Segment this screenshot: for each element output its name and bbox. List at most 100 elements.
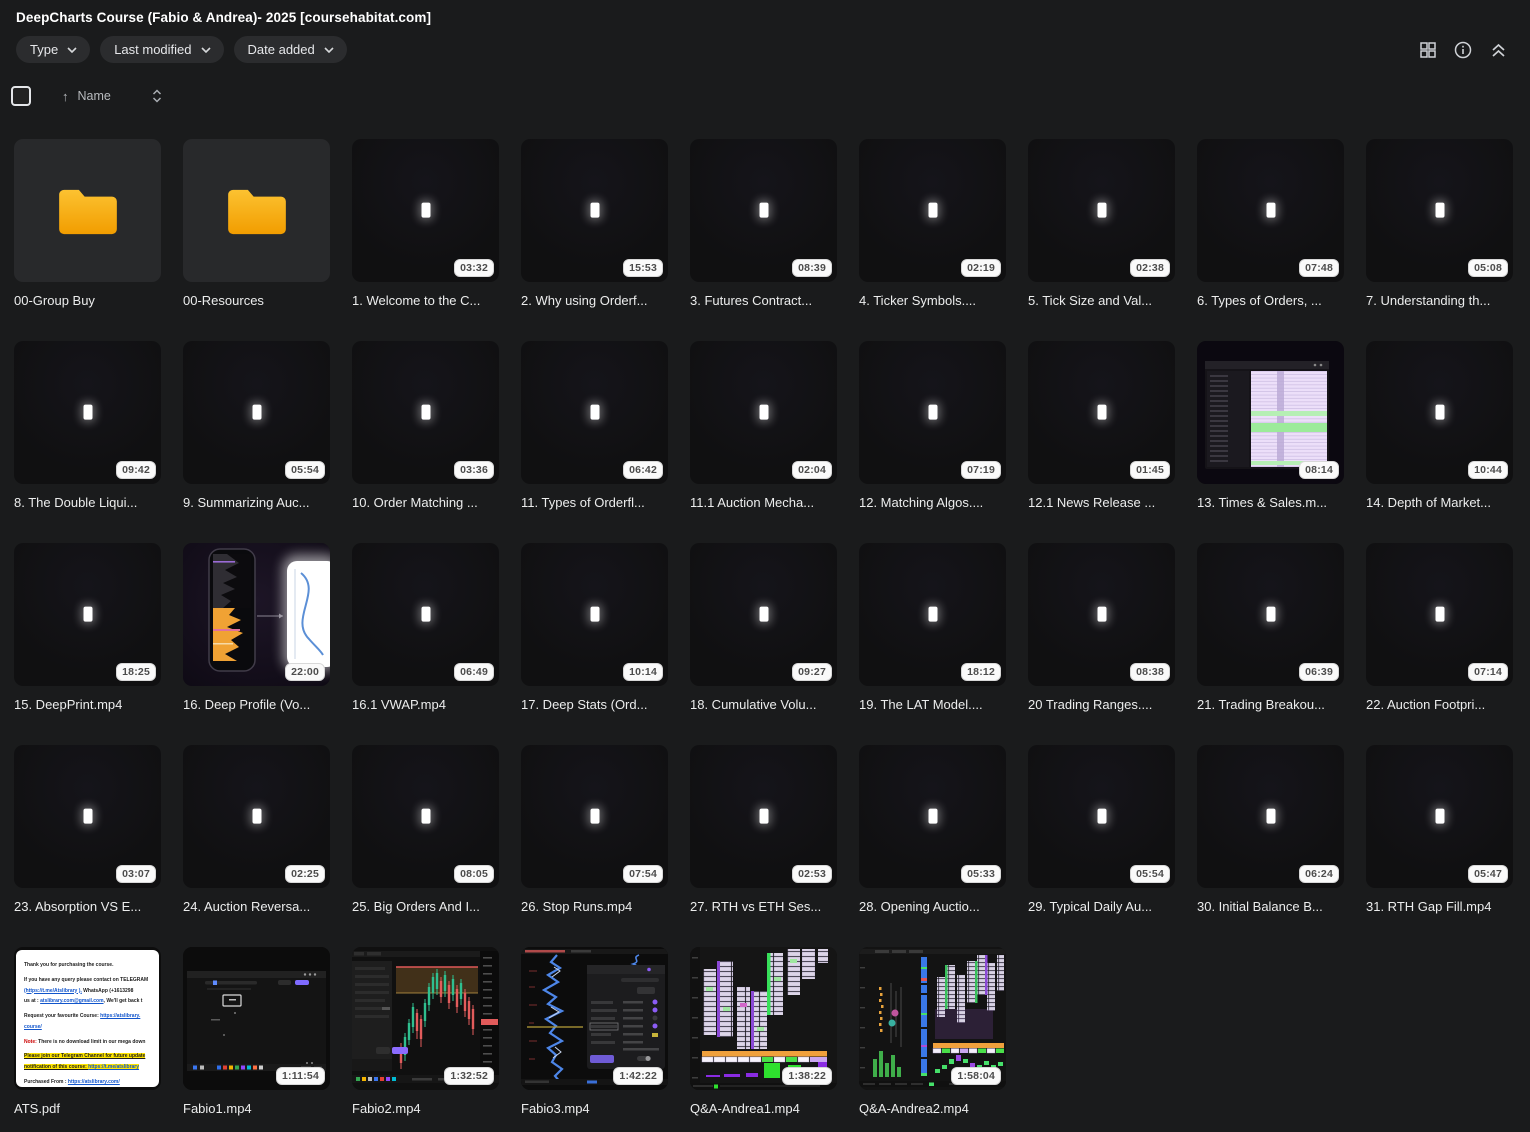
grid-item[interactable]: 18:25 15. DeepPrint.mp4 [14,543,161,712]
grid-item[interactable]: 03:07 23. Absorption VS E... [14,745,161,914]
grid-item[interactable]: 15:53 2. Why using Orderf... [521,139,668,308]
duration-badge: 18:25 [116,663,156,681]
thumbnail: 03:36 [352,341,499,484]
filter-chip-label: Type [30,42,59,57]
ats-pdf-page-thumbnail: Thank you for purchasing the course. If y… [16,950,159,1087]
duration-badge: 03:36 [454,461,494,479]
grid-item[interactable]: 05:33 28. Opening Auctio... [859,745,1006,914]
grid-item[interactable]: 02:25 24. Auction Reversa... [183,745,330,914]
grid-item[interactable]: Thank you for purchasing the course. If y… [14,947,161,1116]
grid-item[interactable]: 1:38:22 Q&A-Andrea1.mp4 [690,947,837,1116]
duration-badge: 05:47 [1468,865,1508,883]
thumbnail: 05:54 [1028,745,1175,888]
grid-item[interactable]: 07:14 22. Auction Footpri... [1366,543,1513,712]
thumbnail: 06:24 [1197,745,1344,888]
thumbnail: 02:04 [690,341,837,484]
duration-badge: 1:42:22 [613,1067,663,1085]
grid-item[interactable]: 02:04 11.1 Auction Mecha... [690,341,837,510]
grid-item[interactable]: 1:58:04 Q&A-Andrea2.mp4 [859,947,1006,1116]
grid-item[interactable]: 00-Resources [183,139,330,308]
duration-badge: 02:53 [792,865,832,883]
grid-item[interactable]: 05:54 9. Summarizing Auc... [183,341,330,510]
grid-item[interactable]: 03:32 1. Welcome to the C... [352,139,499,308]
thumbnail [183,139,330,282]
grid-item[interactable]: 10:44 14. Depth of Market... [1366,341,1513,510]
duration-badge: 02:25 [285,865,325,883]
filter-chip-date-added[interactable]: Date added [233,36,347,63]
grid-item[interactable]: 18:12 19. The LAT Model.... [859,543,1006,712]
grid-item[interactable]: 1:11:54 Fabio1.mp4 [183,947,330,1116]
grid-item[interactable]: 09:42 8. The Double Liqui... [14,341,161,510]
thumbnail: 08:39 [690,139,837,282]
grid-item[interactable]: 08:14 13. Times & Sales.m... [1197,341,1344,510]
thumbnail: 15:53 [521,139,668,282]
filter-chip-type[interactable]: Type [16,36,91,63]
duration-badge: 1:38:22 [782,1067,832,1085]
video-placeholder-icon [928,808,937,824]
duration-badge: 15:53 [623,259,663,277]
thumbnail: 01:45 [1028,341,1175,484]
video-placeholder-icon [928,606,937,622]
video-placeholder-icon [252,808,261,824]
grid-item[interactable]: 06:42 11. Types of Orderfl... [521,341,668,510]
grid-item[interactable]: 10:14 17. Deep Stats (Ord... [521,543,668,712]
grid-item[interactable]: 08:38 20 Trading Ranges.... [1028,543,1175,712]
thumbnail: 08:38 [1028,543,1175,686]
video-placeholder-icon [83,808,92,824]
duration-badge: 07:19 [961,461,1001,479]
thumbnail: 07:48 [1197,139,1344,282]
chevron-down-icon [67,46,77,53]
grid-view-icon[interactable] [1418,40,1438,60]
grid-item[interactable]: 09:27 18. Cumulative Volu... [690,543,837,712]
grid-item[interactable]: 05:47 31. RTH Gap Fill.mp4 [1366,745,1513,914]
duration-badge: 08:14 [1299,461,1339,479]
video-placeholder-icon [590,808,599,824]
grid-item[interactable]: 00-Group Buy [14,139,161,308]
thumbnail: 03:32 [352,139,499,282]
thumbnail: 06:49 [352,543,499,686]
ats-pdf-text-line: us at : atslibrary.com@gmail.com, We'll … [24,998,143,1005]
item-name: 1. Welcome to the C... [352,293,481,308]
video-placeholder-icon [421,404,430,420]
grid-item[interactable]: 02:53 27. RTH vs ETH Ses... [690,745,837,914]
grid-item[interactable]: 1:42:22 Fabio3.mp4 [521,947,668,1116]
grid-item[interactable]: 06:24 30. Initial Balance B... [1197,745,1344,914]
grid-item[interactable]: 01:45 12.1 News Release ... [1028,341,1175,510]
sort-column-label[interactable]: Name [78,89,111,103]
duration-badge: 05:54 [285,461,325,479]
grid-item[interactable]: 08:05 25. Big Orders And I... [352,745,499,914]
duration-badge: 06:49 [454,663,494,681]
grid-item[interactable]: 07:54 26. Stop Runs.mp4 [521,745,668,914]
grid-item[interactable]: 06:49 16.1 VWAP.mp4 [352,543,499,712]
info-icon[interactable] [1453,40,1473,60]
item-name: Fabio3.mp4 [521,1101,590,1116]
grid-item[interactable]: 22:00 16. Deep Profile (Vo... [183,543,330,712]
filter-chips: Type Last modified Date added [16,36,347,63]
duration-badge: 05:33 [961,865,1001,883]
item-name: 11.1 Auction Mecha... [690,495,815,510]
sort-toggle-icon[interactable] [152,89,162,103]
grid-item[interactable]: 03:36 10. Order Matching ... [352,341,499,510]
thumbnail: 03:07 [14,745,161,888]
grid-item[interactable]: 08:39 3. Futures Contract... [690,139,837,308]
grid-item[interactable]: 1:32:52 Fabio2.mp4 [352,947,499,1116]
grid-item[interactable]: 07:19 12. Matching Algos.... [859,341,1006,510]
grid-item[interactable]: 05:08 7. Understanding th... [1366,139,1513,308]
video-placeholder-icon [759,202,768,218]
item-name: 5. Tick Size and Val... [1028,293,1153,308]
item-name: 7. Understanding th... [1366,293,1491,308]
video-placeholder-icon [1266,808,1275,824]
thumbnail: 09:42 [14,341,161,484]
grid-item[interactable]: 05:54 29. Typical Daily Au... [1028,745,1175,914]
thumbnail: 06:39 [1197,543,1344,686]
collapse-icon[interactable] [1488,40,1508,60]
grid-item[interactable]: 02:38 5. Tick Size and Val... [1028,139,1175,308]
filter-chip-last-modified[interactable]: Last modified [100,36,224,63]
grid-item[interactable]: 02:19 4. Ticker Symbols.... [859,139,1006,308]
page-title: DeepCharts Course (Fabio & Andrea)- 2025… [16,10,432,25]
grid-item[interactable]: 07:48 6. Types of Orders, ... [1197,139,1344,308]
select-all-checkbox[interactable] [11,86,31,106]
grid-item[interactable]: 06:39 21. Trading Breakou... [1197,543,1344,712]
thumbnail: 09:27 [690,543,837,686]
duration-badge: 06:42 [623,461,663,479]
